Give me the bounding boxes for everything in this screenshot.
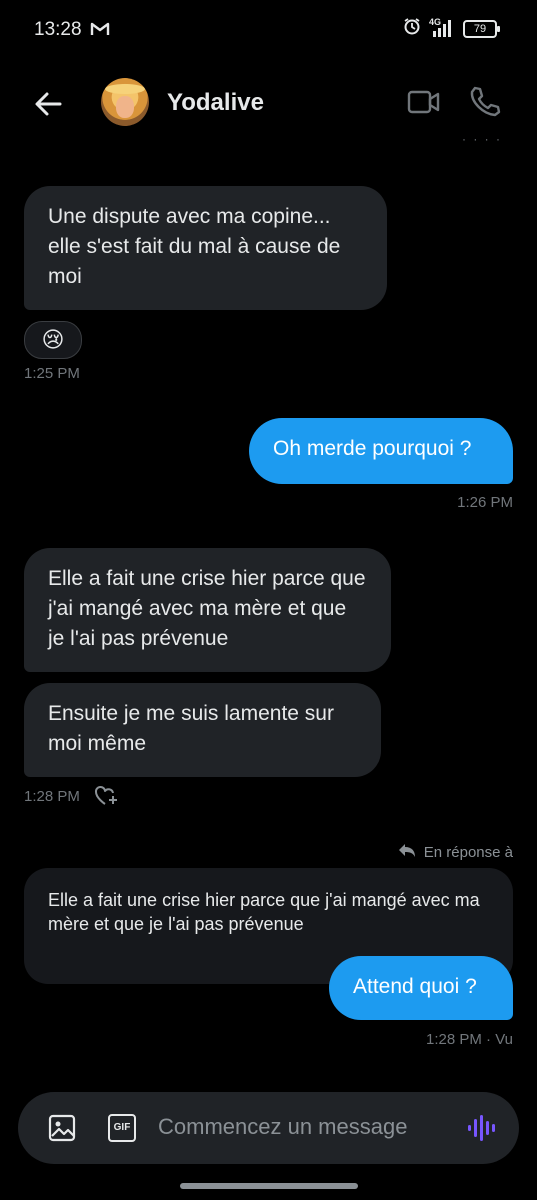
- home-indicator[interactable]: [180, 1183, 358, 1189]
- message-timestamp: 1:28 PM · Vu: [426, 1031, 513, 1048]
- battery-icon: 79: [463, 19, 500, 38]
- conversation-header: Yodalive: [0, 62, 537, 142]
- reply-indicator: En réponse à: [398, 842, 513, 862]
- signal-icon: 4G: [429, 17, 455, 39]
- contact-name[interactable]: Yodalive: [167, 89, 264, 117]
- gmail-icon: [90, 21, 110, 42]
- message-text: Ensuite je me suis lamente sur moi même: [48, 702, 334, 755]
- avatar-hat: [105, 84, 145, 94]
- message-text: Attend quoi ?: [353, 975, 477, 998]
- reaction-badge[interactable]: 😢: [24, 321, 82, 359]
- message-timestamp: 1:26 PM: [457, 494, 513, 511]
- reply-label: En réponse à: [423, 843, 513, 861]
- scrolled-text-fragment: · · · ·: [462, 132, 502, 146]
- message-text: Elle a fait une crise hier parce que j'a…: [48, 567, 366, 650]
- message-text: Oh merde pourquoi ?: [273, 437, 472, 460]
- message-timestamp: 1:25 PM: [24, 365, 80, 382]
- status-time: 13:28: [34, 19, 82, 40]
- message-bubble-sent[interactable]: Attend quoi ?: [329, 956, 513, 1020]
- alarm-icon: [403, 17, 421, 40]
- image-icon[interactable]: [48, 1114, 76, 1147]
- phone-icon[interactable]: [467, 84, 501, 123]
- message-composer: GIF Commencez un message: [18, 1092, 519, 1164]
- video-call-icon[interactable]: [407, 88, 441, 121]
- quoted-text: Elle a fait une crise hier parce que j'a…: [48, 890, 480, 934]
- message-text: Une dispute avec ma copine... elle s'est…: [48, 205, 341, 288]
- crying-face-emoji: 😢: [41, 327, 65, 352]
- message-timestamp: 1:28 PM: [24, 788, 80, 805]
- message-bubble-received[interactable]: Ensuite je me suis lamente sur moi même: [24, 683, 381, 777]
- voice-message-icon[interactable]: [466, 1114, 496, 1147]
- back-arrow-icon[interactable]: [32, 88, 64, 120]
- avatar-face: [116, 96, 134, 118]
- message-input[interactable]: Commencez un message: [158, 1114, 407, 1140]
- message-bubble-sent[interactable]: Oh merde pourquoi ?: [249, 418, 513, 484]
- reply-arrow-icon: [398, 842, 416, 862]
- add-reaction-icon[interactable]: [94, 785, 120, 812]
- gif-icon[interactable]: GIF: [108, 1114, 136, 1142]
- message-bubble-received[interactable]: Elle a fait une crise hier parce que j'a…: [24, 548, 391, 672]
- status-bar: 13:28 4G 79: [0, 0, 537, 62]
- status-right: 4G 79: [403, 17, 500, 40]
- avatar[interactable]: [101, 78, 149, 126]
- message-bubble-received[interactable]: Une dispute avec ma copine... elle s'est…: [24, 186, 387, 310]
